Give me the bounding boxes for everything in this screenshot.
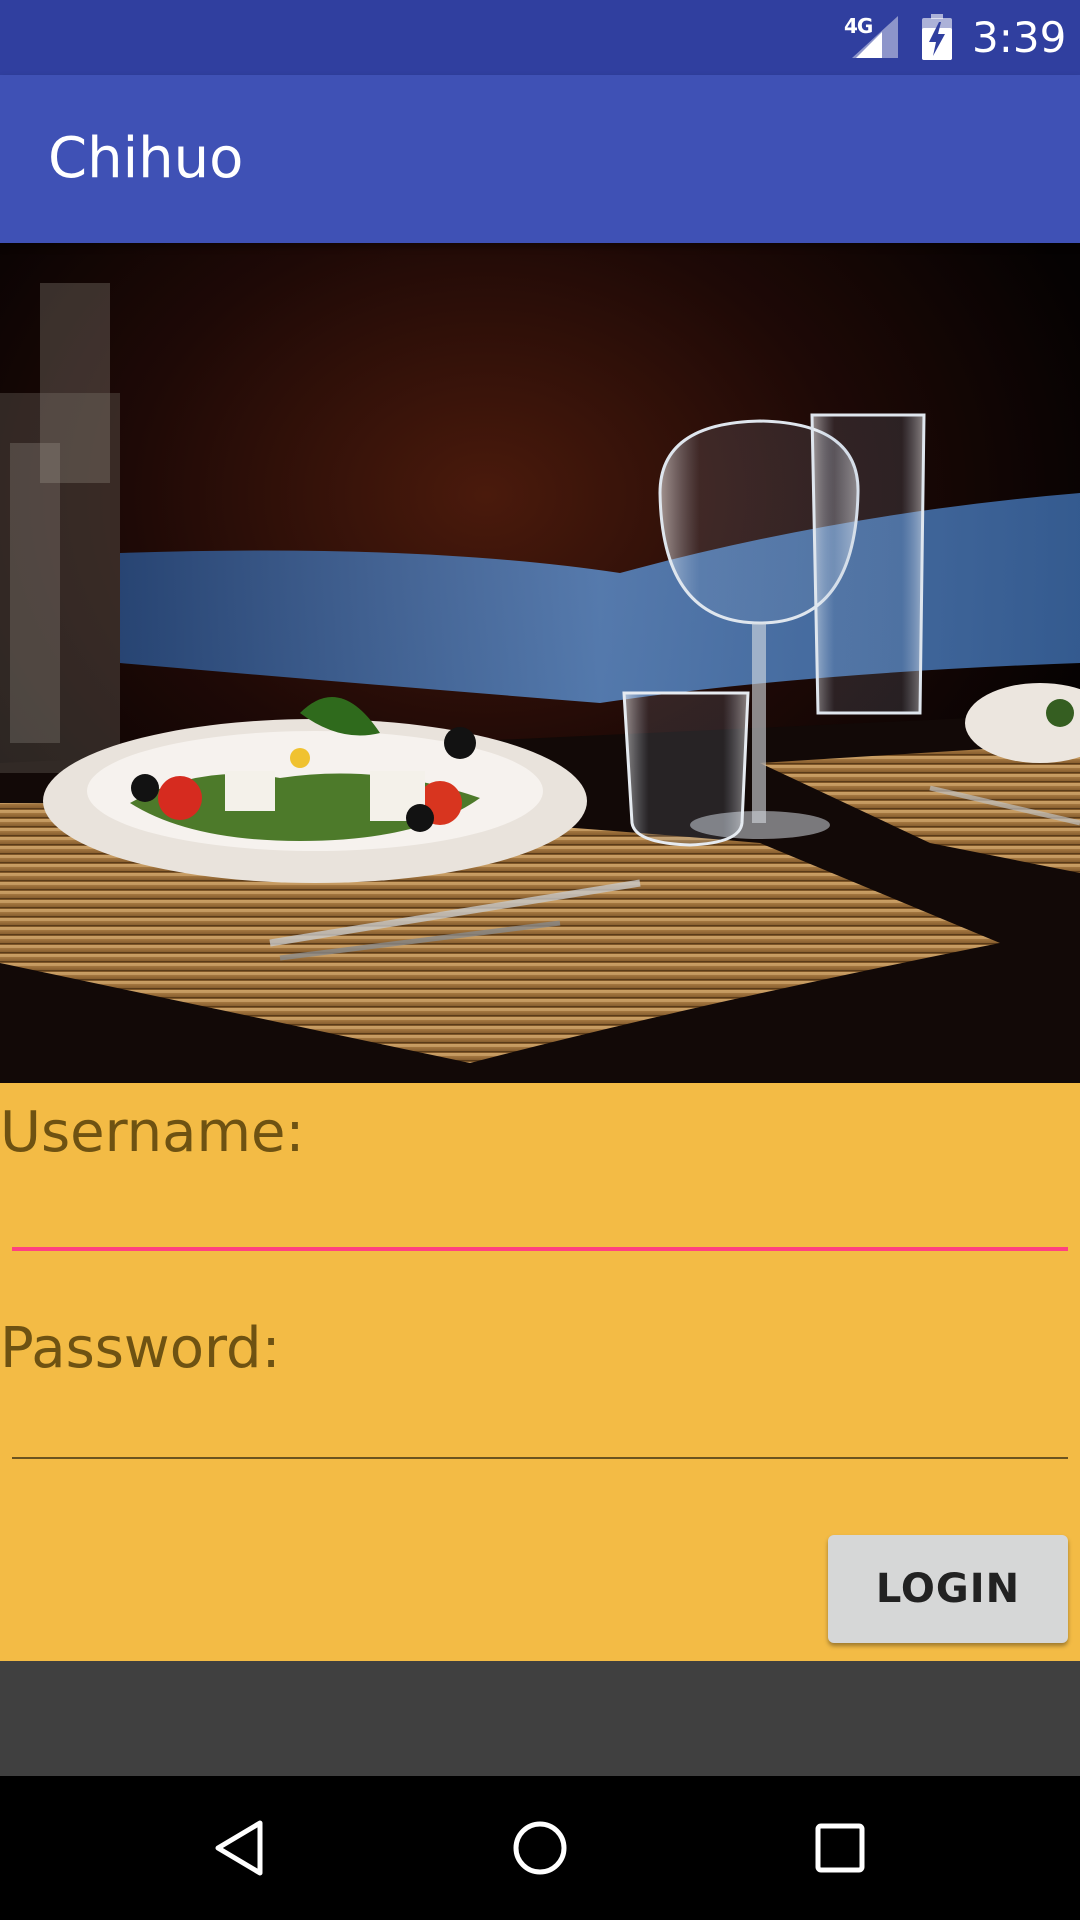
- restaurant-table-photo: [0, 243, 1080, 1083]
- password-label: Password:: [0, 1316, 281, 1381]
- login-form: Username: Password: LOGIN: [0, 1083, 1080, 1661]
- navigation-bar: [0, 1776, 1080, 1920]
- username-label: Username:: [0, 1100, 305, 1165]
- app-bar: Chihuo: [0, 75, 1080, 243]
- recents-square-icon[interactable]: [810, 1818, 870, 1878]
- cell-signal-icon: [852, 16, 898, 58]
- empty-content-area: [0, 1661, 1080, 1776]
- battery-charging-icon: [922, 14, 952, 60]
- hero-image: [0, 243, 1080, 1083]
- username-field[interactable]: [12, 1181, 1068, 1251]
- back-triangle-icon[interactable]: [210, 1818, 270, 1878]
- password-field[interactable]: [12, 1389, 1068, 1459]
- login-button[interactable]: LOGIN: [828, 1535, 1068, 1643]
- screen: 4G 3:39 Chihuo Username: Password: LOGIN: [0, 0, 1080, 1920]
- home-circle-icon[interactable]: [510, 1818, 570, 1878]
- app-title: Chihuo: [48, 126, 244, 191]
- clock: 3:39: [972, 13, 1067, 62]
- status-bar: 4G 3:39: [0, 0, 1080, 75]
